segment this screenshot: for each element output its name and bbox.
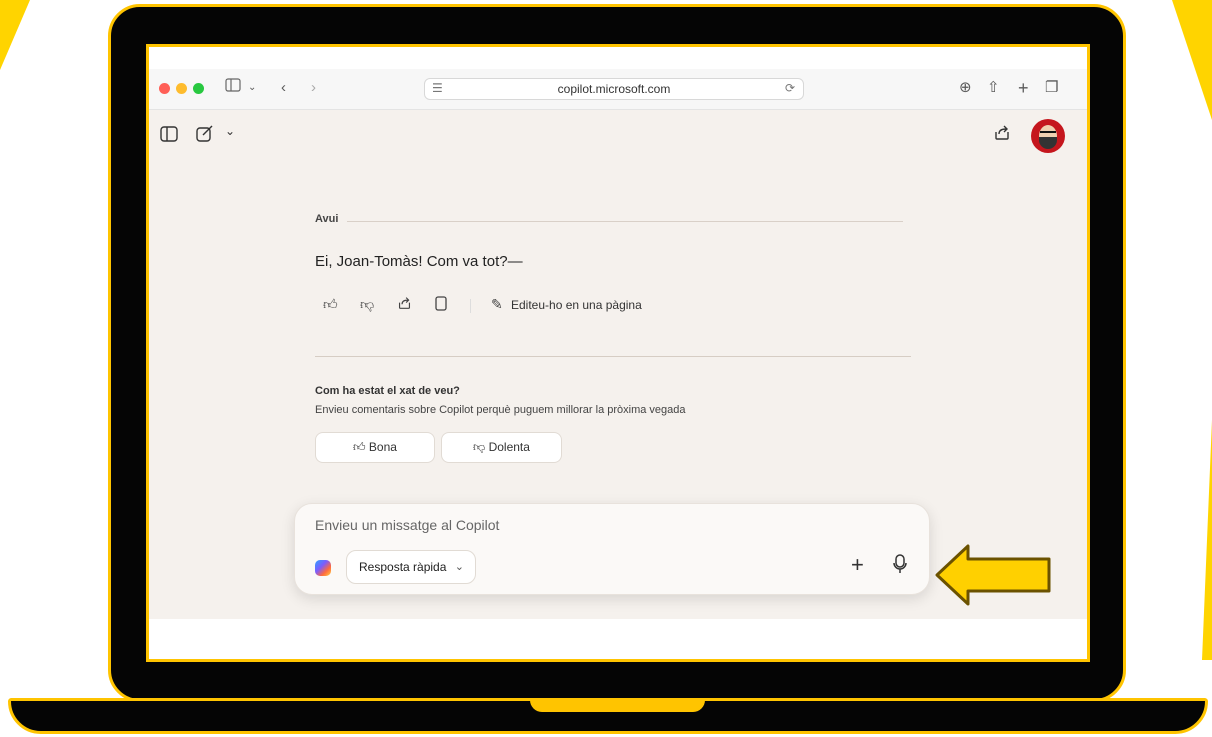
- add-attachment-icon[interactable]: +: [851, 552, 864, 578]
- thumbs-up-icon[interactable]: 👍︎: [323, 296, 338, 313]
- assistant-message: Ei, Joan-Tomàs! Com va tot?—: [315, 253, 523, 270]
- chevron-down-icon: ⌄: [454, 561, 464, 573]
- url-text: copilot.microsoft.com: [557, 82, 671, 96]
- response-mode-label: Resposta ràpida: [359, 560, 447, 574]
- pen-edit-icon[interactable]: ✎: [491, 296, 503, 313]
- new-chat-icon[interactable]: [196, 125, 214, 147]
- minimize-window-button[interactable]: [176, 83, 187, 94]
- copilot-logo-icon: [315, 560, 331, 576]
- actions-separator: [470, 299, 471, 313]
- close-window-button[interactable]: [159, 83, 170, 94]
- maximize-window-button[interactable]: [193, 83, 204, 94]
- date-separator-line: [347, 221, 903, 222]
- yellow-corner-decoration-left: [0, 0, 30, 70]
- date-separator-label: Avui: [315, 213, 339, 225]
- reload-icon[interactable]: ⟳: [785, 81, 795, 95]
- sidebar-icon[interactable]: [225, 78, 241, 98]
- copilot-page: ⌄ Avui Ei, Joan-Tomàs! Com va tot?— 👍︎ 👎…: [149, 110, 1087, 619]
- address-bar[interactable]: ☰ copilot.microsoft.com ⟳: [424, 78, 804, 100]
- new-tab-icon[interactable]: +: [1018, 78, 1029, 98]
- edit-in-page-button[interactable]: Editeu-ho en una pàgina: [511, 298, 642, 312]
- feedback-subtitle: Envieu comentaris sobre Copilot perquè p…: [315, 404, 686, 416]
- browser-bottom-area: [149, 619, 1087, 659]
- pointer-arrow-icon: [935, 544, 1051, 606]
- copy-icon[interactable]: [435, 296, 447, 314]
- feedback-bad-button[interactable]: 👎︎ Dolenta: [441, 432, 562, 463]
- laptop-notch: [530, 700, 705, 712]
- share-icon[interactable]: [993, 124, 1011, 146]
- chevron-down-icon[interactable]: ⌄: [248, 78, 256, 98]
- download-icon[interactable]: ⊕: [959, 78, 972, 98]
- thumbs-down-icon[interactable]: 👎︎: [360, 296, 374, 313]
- feedback-good-label: Bona: [368, 440, 397, 454]
- share-icon[interactable]: [397, 296, 412, 313]
- thumbs-up-icon: 👍︎: [353, 440, 366, 454]
- microphone-icon[interactable]: [893, 554, 907, 574]
- message-input[interactable]: Envieu un missatge al Copilot: [315, 517, 499, 533]
- forward-icon[interactable]: ›: [311, 78, 316, 98]
- avatar-beard: [1039, 137, 1057, 149]
- thumbs-down-icon: 👎︎: [473, 440, 486, 454]
- response-mode-select[interactable]: Resposta ràpida ⌄: [346, 550, 476, 584]
- feedback-good-button[interactable]: 👍︎ Bona: [315, 432, 435, 463]
- yellow-edge-decoration: [1202, 420, 1212, 660]
- sidebar-toggle-icon[interactable]: [160, 126, 178, 147]
- feedback-bad-label: Dolenta: [488, 440, 530, 454]
- back-icon[interactable]: ‹: [281, 78, 286, 98]
- yellow-corner-decoration-right: [1172, 0, 1212, 120]
- feedback-title: Com ha estat el xat de veu?: [315, 385, 460, 397]
- avatar[interactable]: [1031, 119, 1065, 153]
- chevron-down-icon[interactable]: ⌄: [225, 124, 235, 138]
- message-composer: Envieu un missatge al Copilot Resposta r…: [294, 503, 930, 595]
- browser-toolbar: ⌄ ‹ › ☰ copilot.microsoft.com ⟳ ⊕ ⇧ + ❐: [149, 69, 1087, 110]
- section-divider: [315, 356, 911, 357]
- tabs-overview-icon[interactable]: ❐: [1045, 78, 1058, 98]
- avatar-glasses: [1040, 131, 1056, 137]
- share-icon[interactable]: ⇧: [987, 78, 1000, 98]
